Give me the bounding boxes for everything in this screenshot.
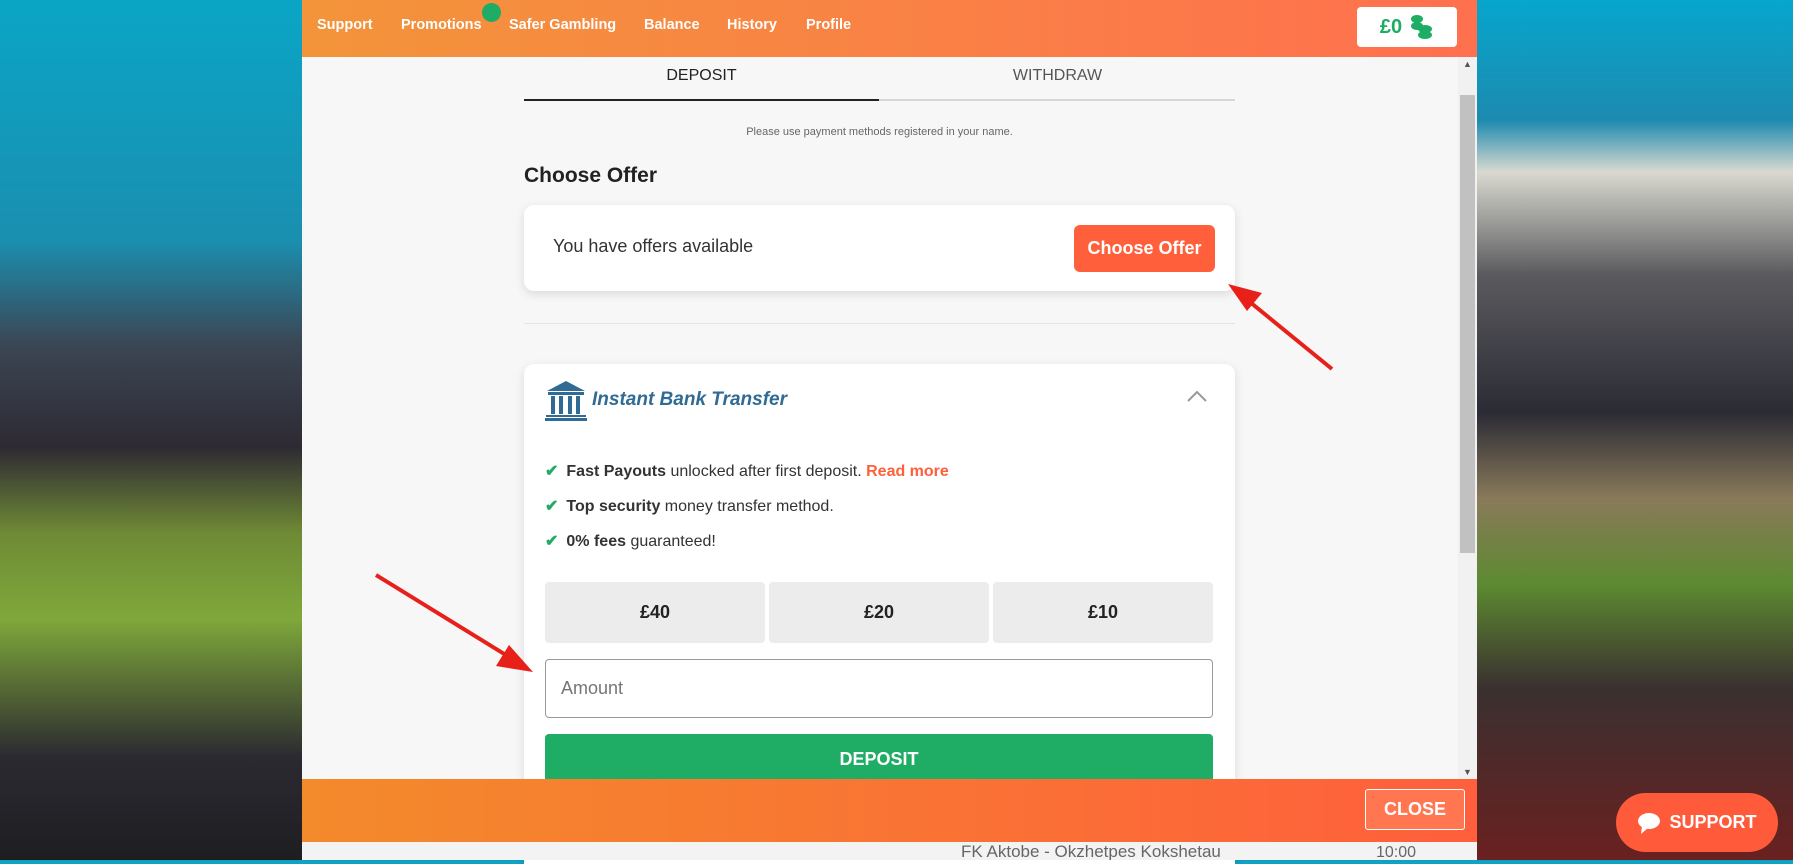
offer-text: You have offers available xyxy=(553,236,754,256)
nav-profile[interactable]: Profile xyxy=(806,17,851,33)
nav-balance[interactable]: Balance xyxy=(644,17,700,33)
stadium-background-left xyxy=(0,0,302,860)
tab-active-indicator xyxy=(524,99,879,101)
stadium-background-right xyxy=(1477,0,1793,860)
check-icon: ✔ xyxy=(545,498,559,515)
nav-history[interactable]: History xyxy=(727,17,777,33)
chat-bubble-icon xyxy=(1638,812,1661,834)
balance-value: £0 xyxy=(1379,15,1403,38)
choose-offer-heading: Choose Offer xyxy=(524,164,658,187)
coins-icon xyxy=(1411,15,1433,39)
read-more-link[interactable]: Read more xyxy=(866,463,949,480)
support-label: SUPPORT xyxy=(1669,812,1757,832)
divider xyxy=(524,323,1235,324)
deposit-button[interactable]: DEPOSIT xyxy=(545,734,1213,784)
amount-40-button[interactable]: £40 xyxy=(545,582,765,643)
scrollbar[interactable]: ▲ ▼ xyxy=(1458,57,1477,779)
bullet-top-security: ✔ Top security money transfer method. xyxy=(545,498,834,515)
bullet-fast-payouts: ✔ Fast Payouts unlocked after first depos… xyxy=(545,463,949,480)
check-icon: ✔ xyxy=(545,463,559,480)
match-time: 10:00 xyxy=(1376,844,1417,860)
amount-10-button[interactable]: £10 xyxy=(993,582,1213,643)
tab-divider xyxy=(879,99,1235,101)
tab-withdraw[interactable]: WITHDRAW xyxy=(880,67,1235,85)
tab-deposit[interactable]: DEPOSIT xyxy=(524,67,879,85)
scroll-up-icon[interactable]: ▲ xyxy=(1463,59,1472,69)
match-name: FK Aktobe - Okzhetpes Kokshetau xyxy=(961,842,1221,860)
scrollbar-thumb[interactable] xyxy=(1460,95,1475,553)
support-button[interactable]: SUPPORT xyxy=(1616,793,1778,852)
amount-20-button[interactable]: £20 xyxy=(769,582,989,643)
check-icon: ✔ xyxy=(545,533,559,550)
footer-bar: CLOSE xyxy=(302,779,1477,842)
bank-icon xyxy=(545,381,587,421)
nav-safer-gambling[interactable]: Safer Gambling xyxy=(509,17,616,33)
notification-dot xyxy=(482,3,501,22)
background-page-content: FK Aktobe - Okzhetpes Kokshetau 10:00 xyxy=(302,842,1477,860)
payment-note: Please use payment methods registered in… xyxy=(746,126,1013,138)
amount-input[interactable] xyxy=(545,659,1213,718)
nav-support[interactable]: Support xyxy=(317,17,373,33)
balance-button[interactable]: £0 xyxy=(1357,7,1457,47)
offer-card: You have offers available Choose Offer xyxy=(524,205,1235,291)
choose-offer-button[interactable]: Choose Offer xyxy=(1074,225,1215,272)
chevron-up-icon[interactable] xyxy=(1186,386,1208,408)
nav-promotions[interactable]: Promotions xyxy=(401,17,482,33)
method-title: Instant Bank Transfer xyxy=(592,389,787,410)
scroll-down-icon[interactable]: ▼ xyxy=(1463,767,1472,777)
close-button[interactable]: CLOSE xyxy=(1365,789,1465,830)
bullet-fees: ✔ 0% fees guaranteed! xyxy=(545,533,716,550)
